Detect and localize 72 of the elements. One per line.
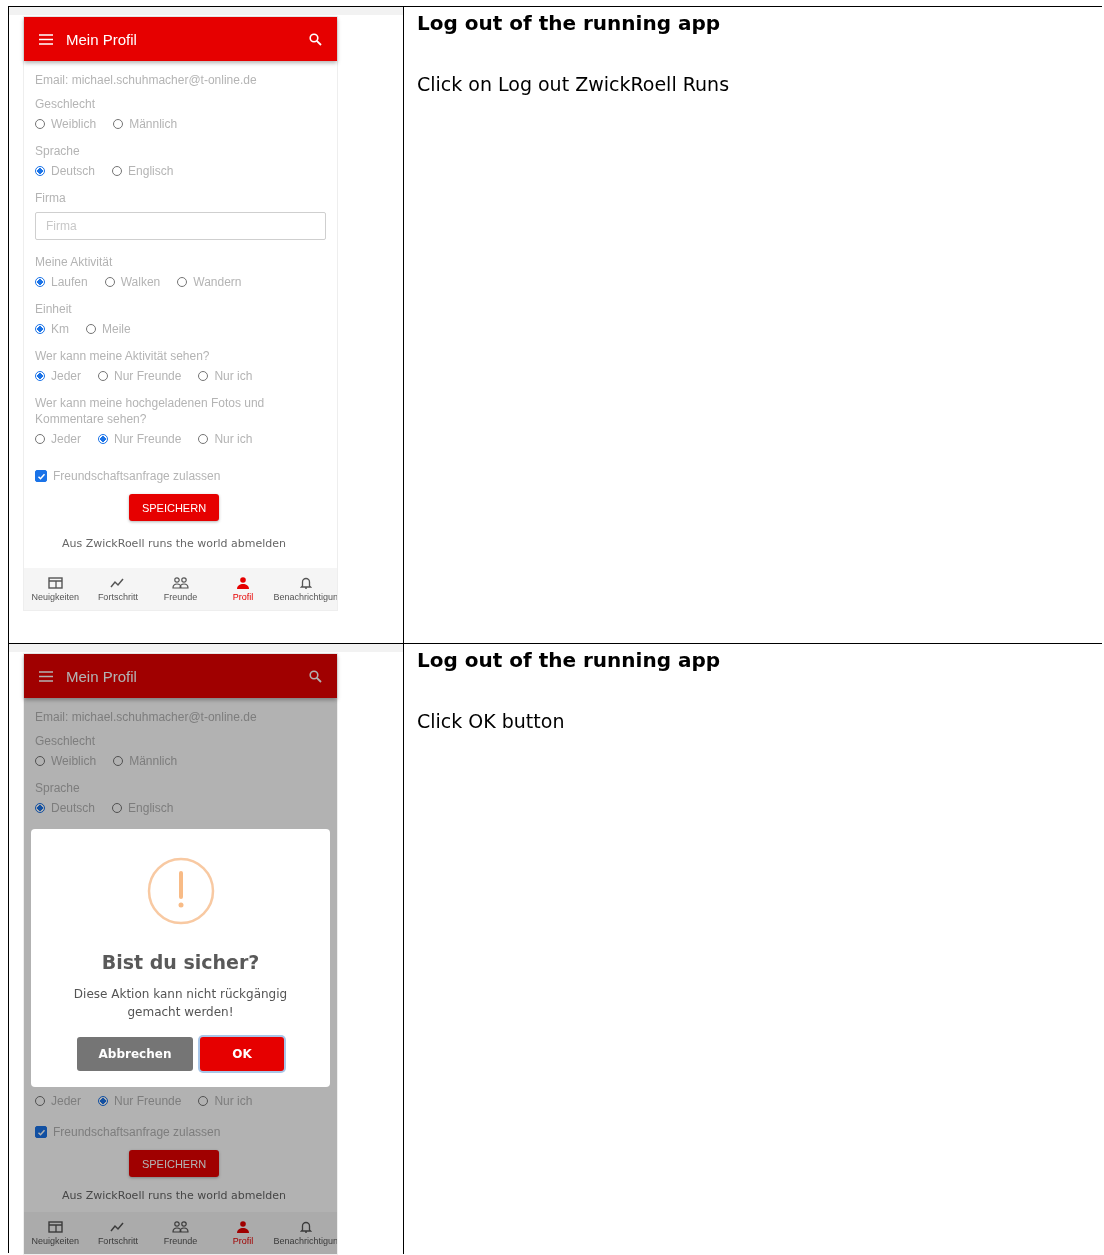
checkbox[interactable] bbox=[35, 1126, 47, 1138]
field-label: Sprache bbox=[35, 143, 81, 159]
menu-icon[interactable] bbox=[39, 670, 53, 682]
step-instruction: Click OK button bbox=[417, 710, 566, 732]
radio-label: Männlich bbox=[129, 116, 178, 132]
warning-icon bbox=[146, 857, 215, 925]
logout-link[interactable]: Aus ZwickRoell runs the world abmelden bbox=[22, 537, 326, 550]
people-icon bbox=[172, 576, 189, 589]
nav-tab[interactable]: Freunde bbox=[149, 1212, 212, 1254]
radio-label: Wandern bbox=[193, 274, 242, 290]
radio-button[interactable] bbox=[35, 803, 45, 813]
radio-label: Laufen bbox=[51, 274, 88, 290]
dialog-message: Diese Aktion kann nicht rückgängig gemacht werden! bbox=[72, 986, 289, 1021]
radio-label: Walken bbox=[120, 274, 161, 290]
save-button[interactable]: SPEICHERN bbox=[129, 1150, 219, 1177]
screen-title: Mein Profil bbox=[66, 667, 138, 685]
screen-title: Mein Profil bbox=[66, 30, 138, 48]
field-label: Meine Aktivität bbox=[35, 254, 114, 270]
trend-line-icon bbox=[109, 576, 126, 589]
nav-tab[interactable]: Benachrichtigun bbox=[274, 1212, 337, 1254]
radio-button[interactable] bbox=[35, 371, 45, 381]
radio-button[interactable] bbox=[35, 324, 45, 334]
ok-button[interactable]: OK bbox=[200, 1037, 284, 1071]
nav-tab[interactable]: Freunde bbox=[149, 568, 212, 610]
step-heading: Log out of the running app bbox=[417, 648, 722, 672]
field-label: Firma bbox=[35, 190, 67, 206]
field-label: Wer kann meine hochgeladenen Fotos und Kommentare sehen? bbox=[35, 395, 266, 427]
radio-label: Nur ich bbox=[214, 431, 253, 447]
radio-button[interactable] bbox=[35, 166, 45, 176]
email-text: Email: michael.schuhmacher@t-online.de bbox=[35, 72, 258, 88]
nav-tab[interactable]: Neuigkeiten bbox=[24, 568, 87, 610]
field-label: Wer kann meine Aktivität sehen? bbox=[35, 348, 211, 364]
nav-tab[interactable]: Profil bbox=[211, 568, 275, 610]
radio-button[interactable] bbox=[98, 434, 109, 444]
people-icon bbox=[172, 1220, 189, 1233]
person-icon bbox=[236, 1220, 251, 1233]
radio-label: Deutsch bbox=[51, 163, 96, 179]
menu-icon[interactable] bbox=[39, 33, 53, 45]
step-instruction: Click on Log out ZwickRoell Runs bbox=[417, 73, 731, 95]
radio-button[interactable] bbox=[35, 277, 45, 287]
radio-label: Meile bbox=[102, 321, 131, 337]
person-icon bbox=[236, 576, 251, 589]
nav-tab[interactable]: Fortschritt bbox=[86, 1212, 150, 1254]
radio-label: Englisch bbox=[128, 163, 174, 179]
search-icon[interactable] bbox=[309, 32, 322, 46]
nav-tab[interactable]: Profil bbox=[211, 1212, 275, 1254]
checkbox-label: Freundschaftsanfrage zulassen bbox=[53, 468, 221, 484]
radio-label: Jeder bbox=[51, 368, 82, 384]
search-icon[interactable] bbox=[309, 669, 322, 683]
newspaper-icon bbox=[47, 1220, 63, 1233]
logout-link[interactable]: Aus ZwickRoell runs the world abmelden bbox=[22, 1189, 326, 1202]
checkbox[interactable] bbox=[35, 470, 47, 482]
radio-label: Nur Freunde bbox=[114, 368, 182, 384]
field-label: Einheit bbox=[35, 301, 73, 317]
bell-icon bbox=[299, 576, 312, 589]
radio-label: Jeder bbox=[51, 431, 82, 447]
nav-tab[interactable]: Benachrichtigun bbox=[274, 568, 337, 610]
dialog-title: Bist du sicher? bbox=[101, 951, 260, 973]
radio-label: Nur ich bbox=[214, 368, 253, 384]
bell-icon bbox=[299, 1220, 312, 1233]
radio-label: Km bbox=[51, 321, 69, 337]
trend-line-icon bbox=[109, 1220, 126, 1233]
field-label: Geschlecht bbox=[35, 96, 97, 112]
nav-tab[interactable]: Neuigkeiten bbox=[24, 1212, 87, 1254]
radio-label: Weiblich bbox=[51, 116, 97, 132]
save-button[interactable]: SPEICHERN bbox=[129, 494, 219, 521]
nav-tab[interactable]: Fortschritt bbox=[86, 568, 150, 610]
radio-button[interactable] bbox=[98, 1096, 109, 1106]
step-heading: Log out of the running app bbox=[417, 11, 722, 35]
radio-label: Nur Freunde bbox=[114, 431, 182, 447]
cancel-button[interactable]: Abbrechen bbox=[77, 1037, 193, 1071]
newspaper-icon bbox=[47, 576, 63, 589]
